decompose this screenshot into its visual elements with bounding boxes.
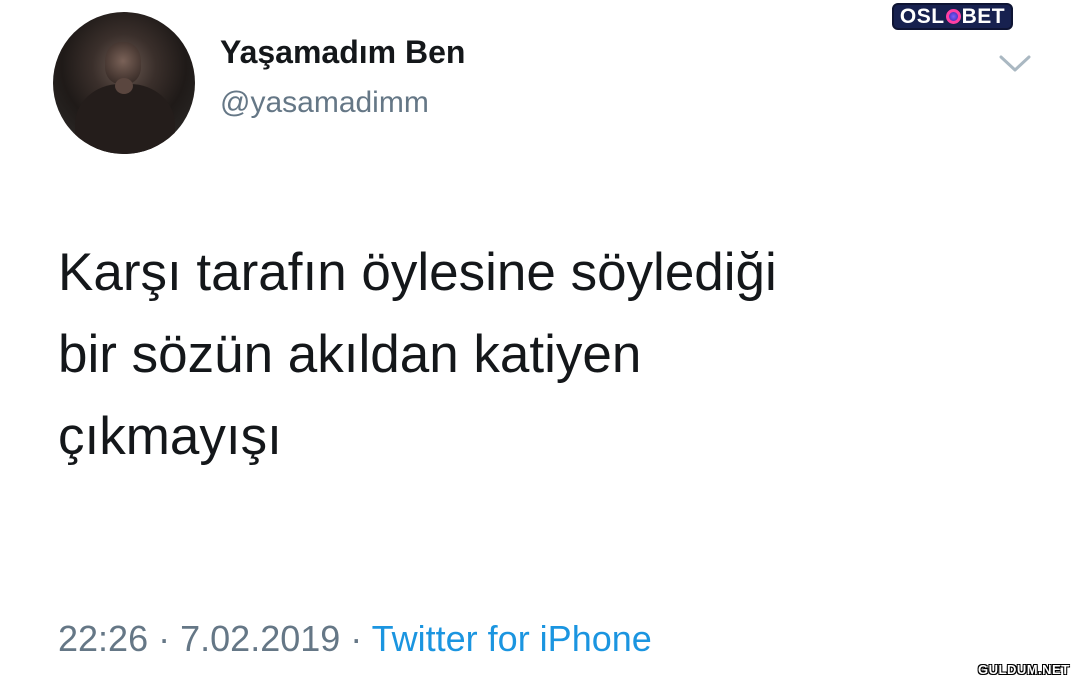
tweet-meta: 22:26 · 7.02.2019 · Twitter for iPhone: [58, 618, 652, 660]
chevron-down-icon[interactable]: [995, 50, 1035, 76]
avatar[interactable]: [53, 12, 195, 154]
display-name[interactable]: Yaşamadım Ben: [220, 34, 465, 71]
tweet-text: Karşı tarafın öylesine söylediği bir söz…: [58, 232, 1018, 478]
meta-separator: ·: [158, 618, 171, 659]
tweet-time[interactable]: 22:26: [58, 618, 148, 659]
tweet-line: Karşı tarafın öylesine söylediği: [58, 243, 777, 302]
avatar-hand-shape: [115, 78, 133, 94]
avatar-body-shape: [75, 84, 175, 154]
tweet-line: bir sözün akıldan katiyen: [58, 325, 642, 384]
user-handle[interactable]: @yasamadimm: [220, 86, 429, 120]
meta-separator: ·: [350, 618, 363, 659]
guldum-watermark: GULDUM.NET: [978, 662, 1070, 677]
oslobet-logo: OSL BET: [892, 3, 1013, 30]
tweet-line: çıkmayışı: [58, 407, 282, 466]
tweet-source-link[interactable]: Twitter for iPhone: [372, 618, 652, 659]
tweet-date[interactable]: 7.02.2019: [180, 618, 340, 659]
